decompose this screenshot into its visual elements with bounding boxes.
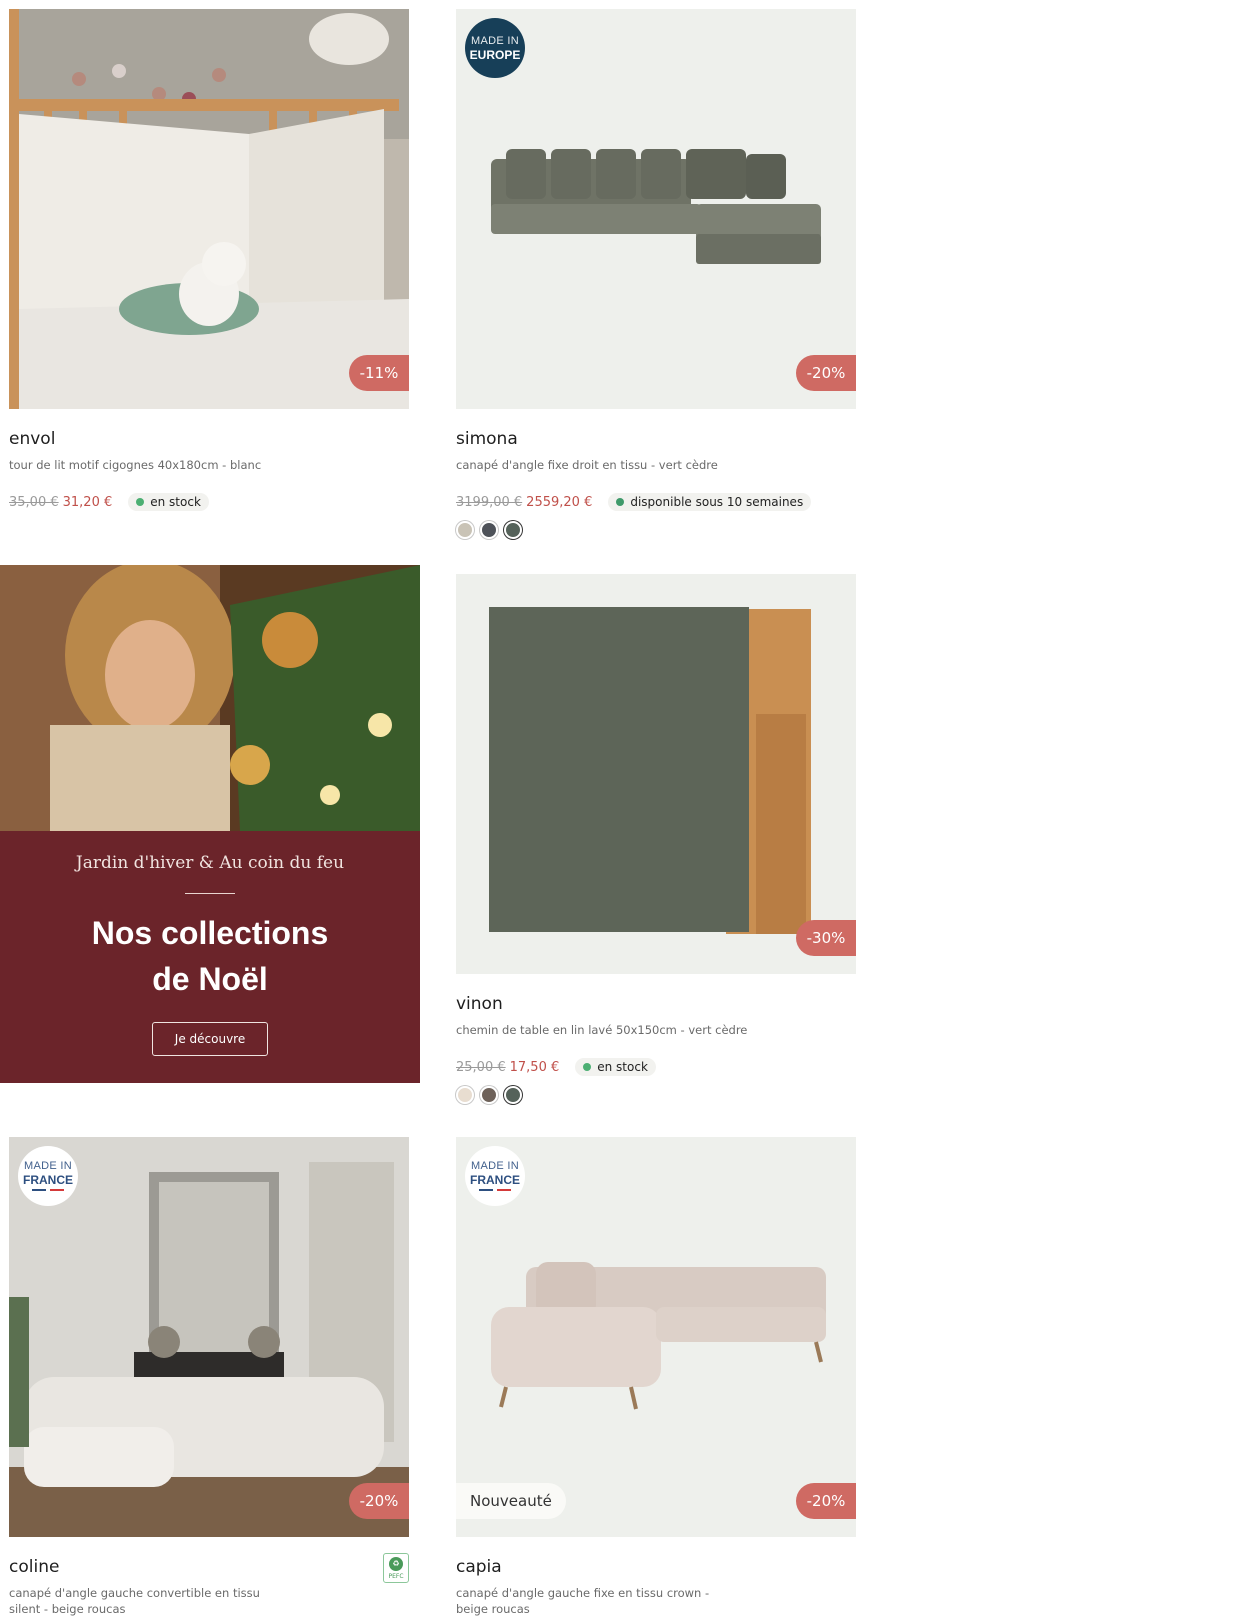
- product-description: tour de lit motif cigognes 40x180cm - bl…: [9, 458, 262, 472]
- child-christmas-tree-photo: [0, 565, 420, 831]
- discount-badge: -20%: [796, 1483, 856, 1519]
- made-in-france-badge: MADE IN FRANCE: [18, 1146, 78, 1206]
- discover-button[interactable]: Je découvre: [151, 1022, 269, 1056]
- product-card-vinon[interactable]: -30% vinon chemin de table en lin lavé 5…: [456, 574, 856, 1104]
- swatch-2[interactable]: [504, 521, 522, 539]
- price-row: 35,00 € 31,20 € en stock: [9, 493, 409, 511]
- product-name[interactable]: coline: [9, 1557, 409, 1577]
- stock-status: en stock: [128, 493, 209, 511]
- price-row: 3199,00 € 2559,20 € disponible sous 10 s…: [456, 493, 856, 511]
- product-image[interactable]: -11%: [9, 9, 409, 409]
- promo-divider: [185, 893, 235, 894]
- price-old: 3199,00 €: [456, 494, 523, 510]
- pefc-label-icon: ♻ PEFC: [383, 1553, 409, 1583]
- swatch-1[interactable]: [480, 521, 498, 539]
- stock-status: disponible sous 10 semaines: [608, 493, 812, 511]
- crib-bumper-photo: [9, 9, 409, 409]
- product-image[interactable]: MADE IN FRANCE Nouveauté -20%: [456, 1137, 856, 1537]
- price-old: 35,00 €: [9, 494, 59, 510]
- stock-dot-icon: [136, 498, 145, 506]
- product-description: canapé d'angle fixe droit en tissu - ver…: [456, 458, 718, 472]
- price-row: 25,00 € 17,50 € en stock: [456, 1058, 856, 1076]
- stock-dot-icon: [616, 498, 625, 506]
- stock-status: en stock: [575, 1058, 656, 1076]
- product-name[interactable]: envol: [9, 429, 409, 449]
- promo-photo: [0, 565, 420, 831]
- product-image[interactable]: MADE IN FRANCE -20%: [9, 1137, 409, 1537]
- swatch-2[interactable]: [504, 1086, 522, 1104]
- product-card-coline[interactable]: MADE IN FRANCE -20% ♻ PEFC coline canapé…: [9, 1137, 409, 1617]
- product-description: chemin de table en lin lavé 50x150cm - v…: [456, 1023, 748, 1037]
- promo-panel: Jardin d'hiver & Au coin du feu Nos coll…: [0, 831, 420, 1083]
- discount-badge: -20%: [349, 1483, 409, 1519]
- product-image[interactable]: MADE IN EUROPE -20%: [456, 9, 856, 409]
- price-new: 2559,20 €: [526, 494, 593, 510]
- promo-title: Nos collections de Noël: [91, 915, 329, 997]
- product-description: canapé d'angle gauche convertible en tis…: [9, 1586, 260, 1616]
- christmas-collection-promo[interactable]: Jardin d'hiver & Au coin du feu Nos coll…: [0, 565, 420, 1083]
- swatch-0[interactable]: [456, 521, 474, 539]
- discount-badge: -30%: [796, 920, 856, 956]
- price-old: 25,00 €: [456, 1059, 506, 1075]
- product-card-capia[interactable]: MADE IN FRANCE Nouveauté -20% capia cana…: [456, 1137, 856, 1617]
- swatch-1[interactable]: [480, 1086, 498, 1104]
- price-new: 31,20 €: [62, 494, 113, 510]
- discount-badge: -11%: [349, 355, 409, 391]
- made-in-europe-badge: MADE IN EUROPE: [465, 18, 525, 78]
- table-runner-photo: [456, 574, 856, 974]
- new-badge: Nouveauté: [456, 1483, 566, 1519]
- stock-dot-icon: [583, 1063, 592, 1071]
- swatch-0[interactable]: [456, 1086, 474, 1104]
- product-name[interactable]: simona: [456, 429, 856, 449]
- product-name[interactable]: capia: [456, 1557, 856, 1577]
- product-card-envol[interactable]: -11% envol tour de lit motif cigognes 40…: [9, 9, 409, 511]
- product-image[interactable]: -30%: [456, 574, 856, 974]
- product-description: canapé d'angle gauche fixe en tissu crow…: [456, 1586, 710, 1616]
- product-card-simona[interactable]: MADE IN EUROPE -20% simona canapé d'angl…: [456, 9, 856, 539]
- made-in-france-badge: MADE IN FRANCE: [465, 1146, 525, 1206]
- color-swatches: [456, 521, 856, 539]
- color-swatches: [456, 1086, 856, 1104]
- promo-subtitle: Jardin d'hiver & Au coin du feu: [75, 853, 345, 873]
- product-name[interactable]: vinon: [456, 994, 856, 1014]
- price-new: 17,50 €: [509, 1059, 560, 1075]
- discount-badge: -20%: [796, 355, 856, 391]
